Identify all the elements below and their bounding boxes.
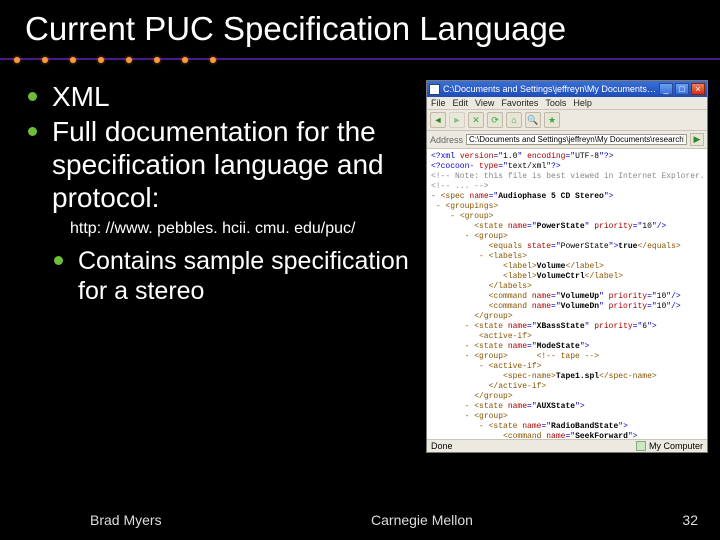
slide-text-column: XML Full documentation for the specifica… (10, 80, 426, 453)
address-bar: Address ▶ (427, 131, 707, 149)
screenshot-column: C:\Documents and Settings\jeffreyn\My Do… (426, 80, 708, 453)
forward-button[interactable]: ► (449, 112, 465, 128)
address-input[interactable] (466, 134, 687, 145)
bullet-xml: XML (28, 80, 420, 113)
xml-document-pane[interactable]: <?xml version="1.0" encoding="UTF-8"?> <… (427, 149, 707, 439)
xml-content: <?xml version="1.0" encoding="UTF-8"?> <… (431, 152, 703, 439)
search-button[interactable]: 🔍 (525, 112, 541, 128)
menu-help[interactable]: Help (573, 98, 592, 108)
address-label: Address (430, 135, 463, 145)
menu-favorites[interactable]: Favorites (501, 98, 538, 108)
menu-edit[interactable]: Edit (453, 98, 469, 108)
my-computer-icon (636, 441, 646, 451)
slide-title: Current PUC Specification Language (0, 0, 720, 52)
slide-divider (0, 58, 720, 72)
slide-root: Current PUC Specification Language XML F… (0, 0, 720, 540)
footer-author: Brad Myers (90, 512, 162, 528)
slide-body: XML Full documentation for the specifica… (0, 80, 720, 453)
refresh-button[interactable]: ⟳ (487, 112, 503, 128)
favorites-button[interactable]: ★ (544, 112, 560, 128)
status-bar: Done My Computer (427, 439, 707, 452)
home-button[interactable]: ⌂ (506, 112, 522, 128)
slide-footer: Brad Myers Carnegie Mellon 32 (0, 512, 720, 528)
toolbar: ◄ ► ✕ ⟳ ⌂ 🔍 ★ (427, 110, 707, 131)
menu-bar: File Edit View Favorites Tools Help (427, 97, 707, 110)
bullet-doc: Full documentation for the specification… (28, 115, 420, 214)
footer-page: 32 (682, 512, 704, 528)
ie-window: C:\Documents and Settings\jeffreyn\My Do… (426, 80, 708, 453)
status-done: Done (431, 441, 453, 451)
app-icon (429, 84, 440, 95)
back-button[interactable]: ◄ (430, 112, 446, 128)
menu-tools[interactable]: Tools (545, 98, 566, 108)
status-zone: My Computer (636, 441, 703, 451)
footer-affiliation: Carnegie Mellon (371, 512, 473, 528)
menu-view[interactable]: View (475, 98, 494, 108)
window-titlebar[interactable]: C:\Documents and Settings\jeffreyn\My Do… (427, 81, 707, 97)
status-zone-label: My Computer (649, 441, 703, 451)
sub-bullet-sample: Contains sample specification for a ster… (54, 246, 420, 306)
stop-button[interactable]: ✕ (468, 112, 484, 128)
window-title: C:\Documents and Settings\jeffreyn\My Do… (443, 84, 657, 94)
minimize-button[interactable]: _ (659, 83, 673, 95)
menu-file[interactable]: File (431, 98, 446, 108)
go-button[interactable]: ▶ (690, 133, 704, 146)
close-button[interactable]: × (691, 83, 705, 95)
spec-url: http: //www. pebbles. hcii. cmu. edu/puc… (70, 220, 420, 238)
maximize-button[interactable]: □ (675, 83, 689, 95)
